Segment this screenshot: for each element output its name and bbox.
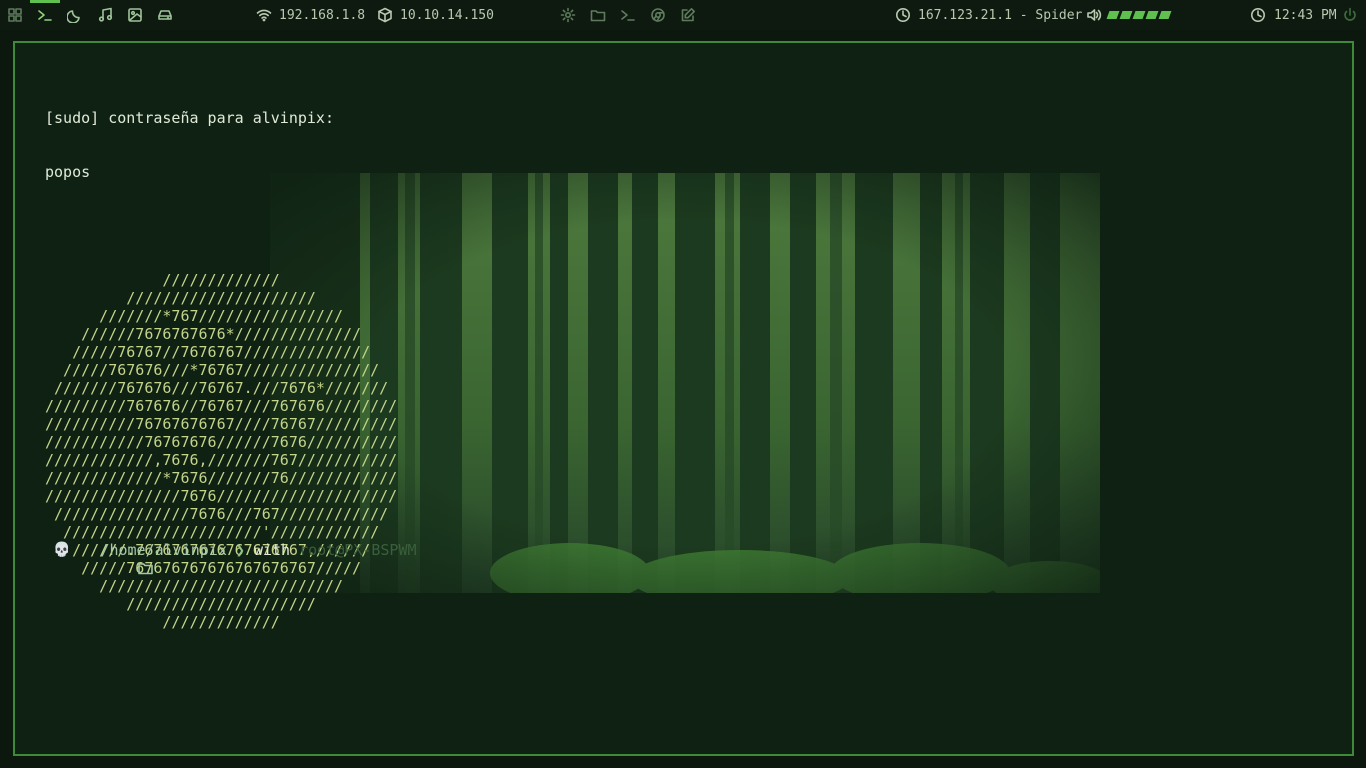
local-ip-text: 192.168.1.8 <box>279 7 366 23</box>
workspace-1-button[interactable] <box>7 0 23 30</box>
sudo-prompt: [sudo] contraseña para alvinpix: <box>45 109 334 127</box>
skull-icon: 💀 <box>53 542 71 558</box>
workspace-2-button[interactable] <box>37 0 53 30</box>
ascii-logo-line: ///////767676///76767.///7676*/////// <box>45 379 389 397</box>
ascii-logo-line: ///////////////////// <box>45 289 316 307</box>
grid-icon <box>7 7 23 23</box>
browser-launcher[interactable] <box>650 0 666 30</box>
clock-text: 12:43 PM <box>1274 7 1337 23</box>
workspace-4-button[interactable] <box>97 0 113 30</box>
ascii-logo-line: ///////*767//////////////// <box>45 307 344 325</box>
volume-level-bars <box>1106 11 1172 19</box>
moon-icon <box>67 7 83 23</box>
prompt-with: with <box>253 541 291 559</box>
editor-launcher[interactable] <box>680 0 696 30</box>
edit-icon <box>680 7 696 23</box>
ascii-logo-line: ///////////////7676///767//////////// <box>45 505 389 523</box>
ascii-logo-line: ////////////,7676,///////767/////////// <box>45 451 398 469</box>
ascii-logo-line: ///////////// <box>45 613 280 631</box>
folder-icon <box>82 542 153 575</box>
clock-target-icon <box>895 7 911 23</box>
top-bar: 192.168.1.8 10.10.14.150 167.123.21.1 - … <box>0 0 1366 30</box>
volume-widget[interactable] <box>1086 0 1172 30</box>
local-ip-widget: 192.168.1.8 <box>256 0 365 30</box>
ascii-logo-line: ///////////// <box>45 271 280 289</box>
ascii-logo-line: //////////76767676767////76767///////// <box>45 415 398 433</box>
ascii-logo-line: ///////////76767676//////7676////////// <box>45 433 398 451</box>
prompt-chevron: ❯ <box>235 541 245 559</box>
vpn-ip-widget: 10.10.14.150 <box>377 0 494 30</box>
browser-icon <box>650 7 666 23</box>
ascii-logo-line: /////////767676//76767///767676//////// <box>45 397 398 415</box>
folder-icon <box>590 7 606 23</box>
ascii-logo-line: /////76767//7676767////////////// <box>45 343 371 361</box>
clock-icon <box>1250 7 1266 23</box>
power-button[interactable] <box>1342 0 1358 30</box>
terminal-icon <box>37 7 53 23</box>
vpn-ip-text: 10.10.14.150 <box>400 7 494 23</box>
box-icon <box>377 7 393 23</box>
ascii-logo-line: /////////////*7676///////76//////////// <box>45 469 398 487</box>
files-launcher[interactable] <box>590 0 606 30</box>
volume-icon <box>1086 7 1102 23</box>
image-icon <box>127 7 143 23</box>
power-icon <box>1342 7 1358 23</box>
ascii-logo-line: //////7676767676*////////////// <box>45 325 362 343</box>
ascii-logo-line: ///////////////7676//////////////////// <box>45 487 398 505</box>
typed-input: popos <box>45 163 91 181</box>
workspace-6-button[interactable] <box>157 0 173 30</box>
prompt-path: /home/alvinpix <box>100 541 227 559</box>
terminal-launcher[interactable] <box>620 0 636 30</box>
settings-launcher[interactable] <box>560 0 576 30</box>
clock-widget: 12:43 PM <box>1250 0 1337 30</box>
prompt-host: root@PX-BSPWM <box>299 541 417 559</box>
terminal-window[interactable]: [sudo] contraseña para alvinpix: popos /… <box>13 41 1354 756</box>
ascii-logo-line: //////////////////////'//////////// <box>45 523 380 541</box>
target-widget: 167.123.21.1 - Spider <box>895 0 1082 30</box>
wifi-icon <box>256 7 272 23</box>
shell-prompt[interactable]: 💀 /home/alvinpix ❯ with root@PX-BSPWM <box>53 541 417 575</box>
workspace-3-button[interactable] <box>67 0 83 30</box>
terminal-icon <box>620 7 636 23</box>
gear-icon <box>560 7 576 23</box>
target-text: 167.123.21.1 - Spider <box>918 7 1083 23</box>
ascii-logo-line: /////767676///*76767/////////////// <box>45 361 380 379</box>
music-icon <box>97 7 113 23</box>
workspace-5-button[interactable] <box>127 0 143 30</box>
drive-icon <box>157 7 173 23</box>
